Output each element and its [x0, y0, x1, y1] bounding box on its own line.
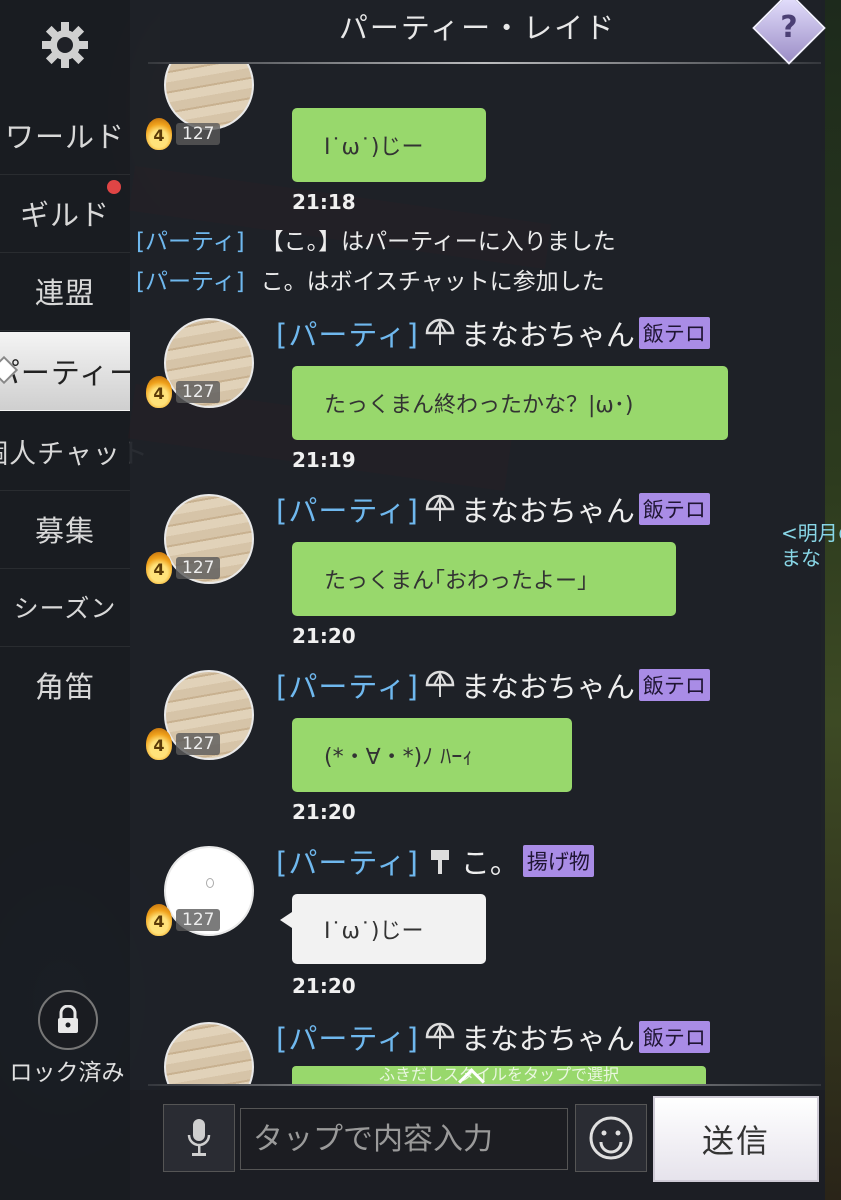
level-points: 127	[176, 381, 221, 403]
sidebar-item-world[interactable]: ワールド	[0, 96, 130, 175]
message-time: 21:20	[292, 974, 356, 998]
flame-icon: 4	[146, 728, 172, 760]
class-umbrella-icon	[425, 1022, 455, 1049]
sidebar-item-label: シーズン	[13, 594, 117, 623]
channel-tag: [パーティ]	[276, 846, 419, 880]
level-badge: 4 127	[146, 118, 236, 150]
chat-bubble[interactable]: たっくまん終わったかな？|ω･)	[292, 366, 728, 440]
sidebar-item-label: ワールド	[4, 120, 125, 154]
level-points: 127	[176, 557, 221, 579]
channel-tag: [パーティ]	[276, 1022, 419, 1056]
channel-tag: [パーティ]	[276, 494, 419, 528]
sender-name: まなおちゃん	[460, 494, 635, 528]
avatar[interactable]	[164, 1022, 254, 1084]
sidebar-item-label: 角笛	[34, 670, 95, 704]
title-badge: 飯テロ	[638, 493, 710, 525]
channel-sidebar: ワールド ギルド 連盟 パーティー 個人チャット 募集 シーズン 角笛 ロック済…	[0, 0, 148, 1200]
message-time: 21:18	[292, 190, 356, 214]
message-text: I˙ω˙)じー	[324, 135, 424, 160]
chat-bubble[interactable]: I˙ω˙)じー	[280, 894, 486, 964]
bubble-style-hint[interactable]: ふきだしスタイルをタップで選択	[292, 1066, 706, 1084]
lock-icon	[58, 1005, 78, 1033]
system-message: [パーティ] 【こ。】はパーティーに入りました	[136, 222, 616, 256]
message-text: たっくまん｢おわったよー｣	[324, 569, 589, 594]
title-badge: 揚げ物	[522, 845, 594, 877]
message-text: たっくまん終わったかな？|ω･)	[324, 393, 634, 418]
level-points: 127	[176, 123, 221, 145]
message-sender[interactable]: [パーティ] まなおちゃん 飯テロ	[276, 664, 710, 706]
notification-dot	[107, 180, 121, 194]
message-text: (*・∀・*)ﾉ ﾊｰｨ	[324, 745, 474, 770]
chat-bubble[interactable]: たっくまん｢おわったよー｣	[292, 542, 676, 616]
sidebar-item-private-chat[interactable]: 個人チャット	[0, 412, 148, 491]
smiley-icon	[589, 1116, 633, 1160]
level-badge: 4 127	[146, 728, 236, 760]
message-time: 21:20	[292, 800, 356, 824]
level-badge: 4 127	[146, 376, 236, 408]
level-points: 127	[176, 909, 221, 931]
microphone-icon	[187, 1119, 211, 1156]
level-badge: 4 127	[146, 904, 236, 936]
class-hammer-icon	[430, 850, 449, 874]
message-time: 21:20	[292, 624, 356, 648]
title-badge: 飯テロ	[638, 669, 710, 701]
sender-name: まなおちゃん	[460, 670, 635, 704]
channel-tag: [パーティ]	[136, 269, 245, 295]
sender-name: まなおちゃん	[460, 318, 635, 352]
class-umbrella-icon	[425, 318, 455, 345]
channel-tag: [パーティ]	[276, 670, 419, 704]
system-message-text: こ。はボイスチャットに参加した	[260, 269, 605, 295]
level-badge: 4 127	[146, 552, 236, 584]
flame-icon: 4	[146, 118, 172, 150]
system-message-text: 【こ。】はパーティーに入りました	[260, 229, 616, 255]
message-text: I˙ω˙)じー	[324, 919, 424, 944]
lock-button[interactable]	[38, 990, 98, 1050]
sidebar-item-horn[interactable]: 角笛	[0, 646, 130, 724]
divider	[148, 1084, 821, 1086]
sidebar-item-party[interactable]: パーティー	[0, 332, 138, 411]
level-points: 127	[176, 733, 221, 755]
sidebar-item-label: 連盟	[34, 276, 95, 310]
class-umbrella-icon	[425, 494, 455, 521]
message-sender[interactable]: [パーティ] こ。 揚げ物	[276, 840, 594, 882]
system-message: [パーティ] こ。はボイスチャットに参加した	[136, 262, 605, 296]
lock-label: ロック済み	[9, 1060, 125, 1086]
voice-input-button[interactable]	[163, 1104, 235, 1172]
sidebar-item-label: パーティー	[0, 356, 140, 390]
message-input[interactable]	[240, 1108, 568, 1170]
help-icon[interactable]: ?	[763, 2, 815, 54]
flame-icon: 4	[146, 552, 172, 584]
channel-tag: [パーティ]	[136, 229, 245, 255]
sidebar-item-label: 個人チャット	[0, 438, 149, 470]
title-badge: 飯テロ	[638, 317, 710, 349]
class-umbrella-icon	[425, 670, 455, 697]
sidebar-item-label: 募集	[34, 514, 95, 548]
flame-icon: 4	[146, 904, 172, 936]
emoji-button[interactable]	[575, 1104, 647, 1172]
message-list[interactable]: 4 127 I˙ω˙)じー 21:18 [パーティ] 【こ。】はパーティーに入りま…	[130, 64, 825, 1084]
flame-icon: 4	[146, 376, 172, 408]
send-button[interactable]: 送信	[653, 1096, 819, 1182]
message-sender[interactable]: [パーティ] まなおちゃん 飯テロ	[276, 1016, 710, 1058]
message-sender[interactable]: [パーティ] まなおちゃん 飯テロ	[276, 312, 710, 354]
sidebar-item-season[interactable]: シーズン	[0, 568, 130, 647]
message-time: 21:19	[292, 448, 356, 472]
sidebar-item-recruit[interactable]: 募集	[0, 490, 130, 569]
page-title: パーティー・レイド	[338, 11, 617, 45]
gear-icon[interactable]	[40, 20, 90, 70]
background-text: まな	[781, 546, 821, 570]
message-sender[interactable]: [パーティ] まなおちゃん 飯テロ	[276, 488, 710, 530]
channel-tag: [パーティ]	[276, 318, 419, 352]
sidebar-item-label: ギルド	[19, 198, 110, 232]
title-badge: 飯テロ	[638, 1021, 710, 1053]
chat-bubble[interactable]: (*・∀・*)ﾉ ﾊｰｨ	[292, 718, 572, 792]
sender-name: まなおちゃん	[460, 1022, 635, 1056]
sidebar-item-alliance[interactable]: 連盟	[0, 252, 130, 331]
sender-name: こ。	[460, 846, 519, 880]
chat-bubble[interactable]: I˙ω˙)じー	[292, 108, 486, 182]
